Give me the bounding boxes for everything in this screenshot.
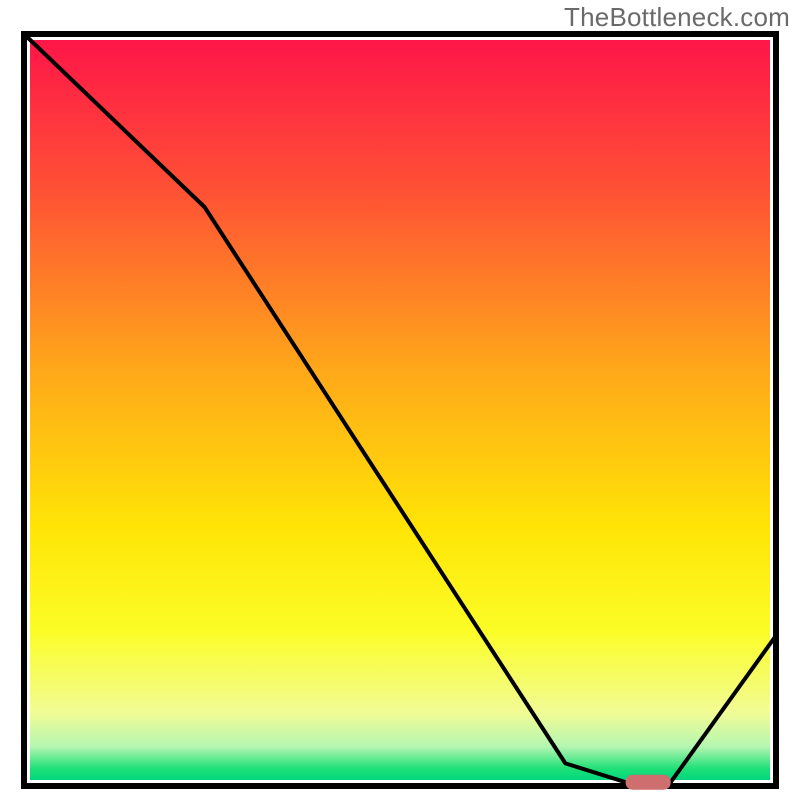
gradient-background — [30, 40, 770, 780]
chart-svg — [20, 30, 780, 790]
watermark-text: TheBottleneck.com — [564, 2, 790, 33]
optimal-marker — [626, 775, 671, 790]
plot-area — [24, 34, 776, 790]
